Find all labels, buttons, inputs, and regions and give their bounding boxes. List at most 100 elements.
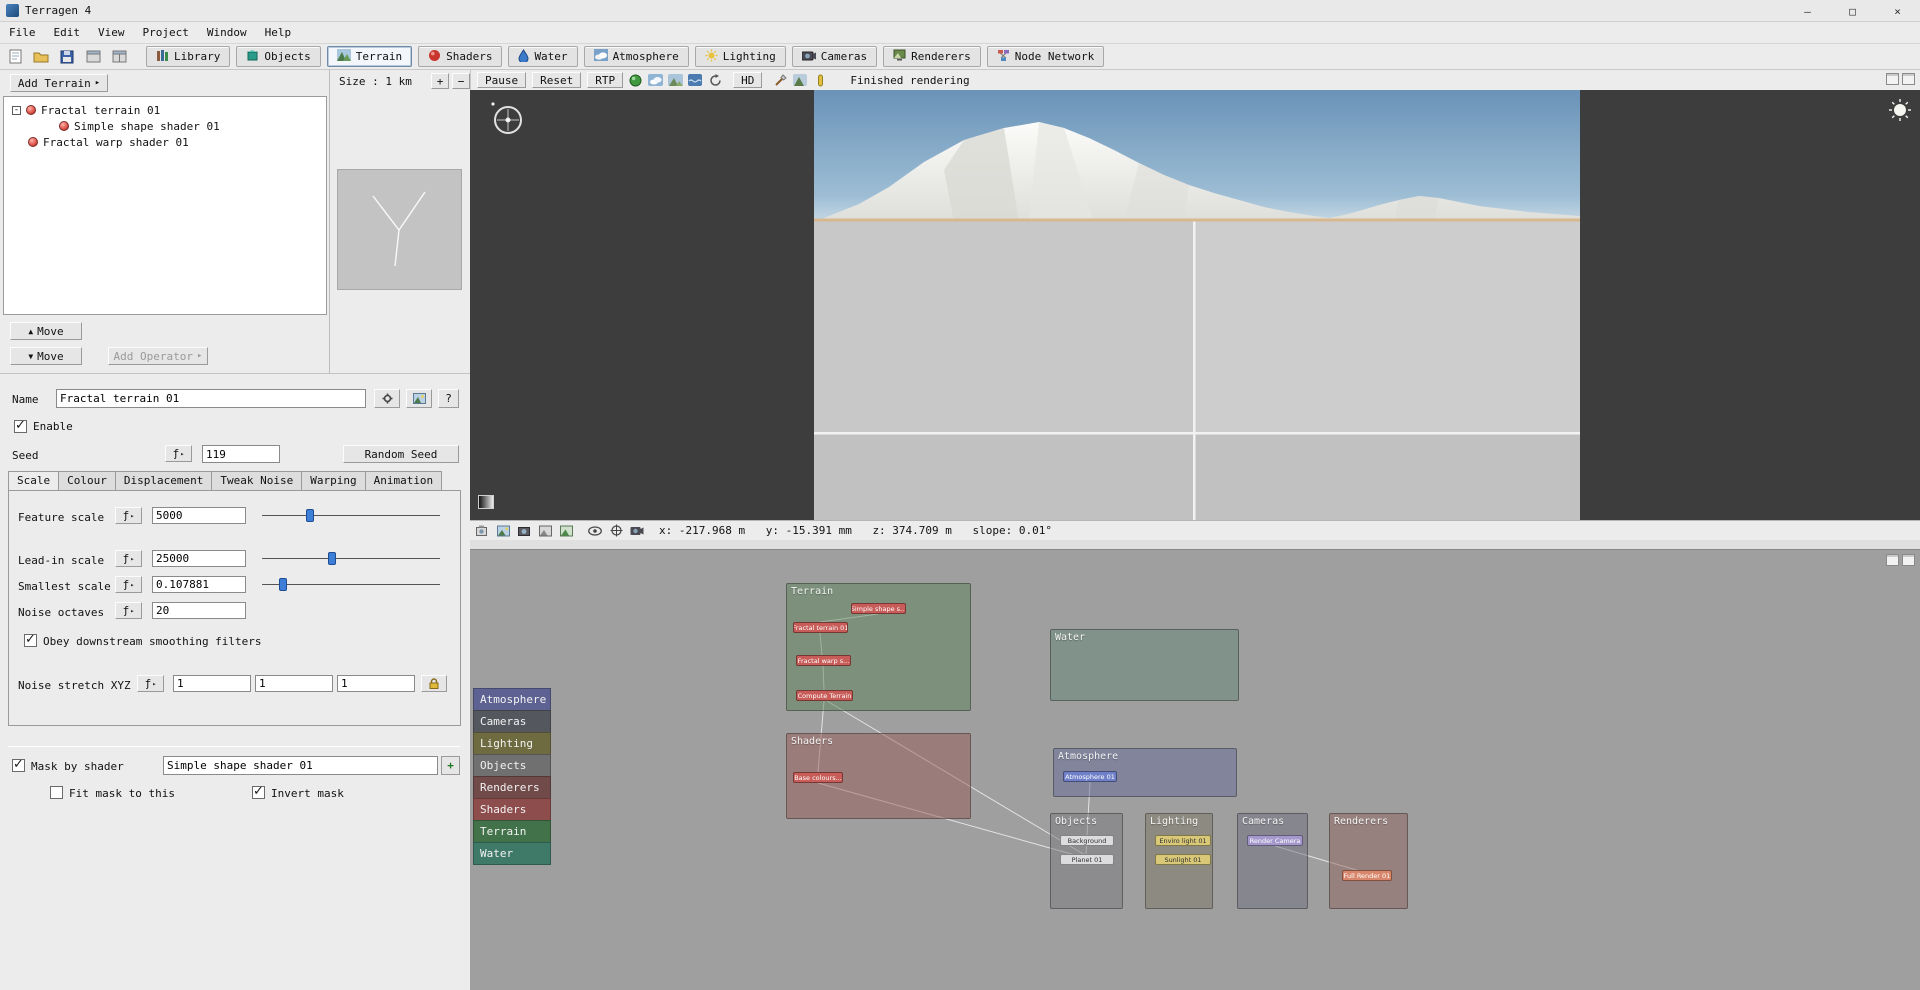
random-seed-button[interactable]: Random Seed xyxy=(343,445,459,463)
section-terrain-button[interactable]: Terrain xyxy=(327,46,412,67)
node-network-panel[interactable]: Atmosphere Cameras Lighting Objects Rend… xyxy=(470,549,1920,990)
sphere-preview-icon[interactable] xyxy=(627,72,643,88)
section-objects-button[interactable]: Objects xyxy=(236,46,320,67)
menu-view[interactable]: View xyxy=(89,22,134,44)
feature-scale-slider[interactable] xyxy=(262,509,440,522)
menu-help[interactable]: Help xyxy=(256,22,301,44)
lead-in-scale-slider[interactable] xyxy=(262,552,440,565)
snapshot-icon[interactable] xyxy=(496,523,512,538)
noise-stretch-z-input[interactable] xyxy=(337,675,415,692)
minimize-button[interactable]: – xyxy=(1785,0,1830,22)
move-down-button[interactable]: ▼ Move xyxy=(10,347,82,365)
camera-capture-icon[interactable] xyxy=(517,523,533,538)
menu-window[interactable]: Window xyxy=(198,22,256,44)
tab-displacement[interactable]: Displacement xyxy=(115,471,212,490)
noise-octaves-input[interactable] xyxy=(152,602,246,619)
navigation-compass[interactable] xyxy=(488,100,524,139)
category-shaders[interactable]: Shaders xyxy=(473,798,551,821)
pane-splitter[interactable] xyxy=(470,540,1920,549)
preview-zoom-in-button[interactable]: + xyxy=(431,73,449,89)
node-options-button[interactable] xyxy=(374,389,400,408)
node-atmosphere-01[interactable]: Atmosphere 01 xyxy=(1063,771,1117,782)
group-cameras[interactable]: Cameras xyxy=(1237,813,1308,909)
pane-maximize-icon[interactable] xyxy=(1902,554,1915,566)
layout-split-icon[interactable] xyxy=(108,47,130,67)
rotate-view-icon[interactable] xyxy=(707,72,723,88)
terrain-edit-icon[interactable] xyxy=(792,72,808,88)
rtp-button[interactable]: RTP xyxy=(587,72,623,88)
seed-function-button[interactable]: ƒ▸ xyxy=(165,445,192,462)
section-cameras-button[interactable]: Cameras xyxy=(792,46,877,67)
noise-stretch-function-button[interactable]: ƒ▸ xyxy=(137,675,164,692)
category-water[interactable]: Water xyxy=(473,842,551,865)
noise-stretch-x-input[interactable] xyxy=(173,675,251,692)
layout-single-icon[interactable] xyxy=(82,47,104,67)
terrain-node-list[interactable]: - Fractal terrain 01 Simple shape shader… xyxy=(3,96,327,315)
maximize-button[interactable]: □ xyxy=(1830,0,1875,22)
pane-detach-icon[interactable] xyxy=(1886,554,1899,566)
lead-in-scale-input[interactable] xyxy=(152,550,246,567)
target-icon[interactable] xyxy=(608,523,624,538)
help-button[interactable]: ? xyxy=(438,389,459,408)
save-project-icon[interactable] xyxy=(56,47,78,67)
obey-smoothing-checkbox[interactable]: ✓ xyxy=(24,634,37,647)
view-camera-icon[interactable] xyxy=(629,523,645,538)
tab-animation[interactable]: Animation xyxy=(365,471,443,490)
node-compute-terrain[interactable]: Compute Terrain xyxy=(796,690,853,701)
invert-mask-checkbox[interactable]: ✓ xyxy=(252,786,265,799)
noise-stretch-y-input[interactable] xyxy=(255,675,333,692)
tree-item-fractal-warp[interactable]: Fractal warp shader 01 xyxy=(28,135,189,149)
clouds-toggle-icon[interactable] xyxy=(667,72,683,88)
pause-button[interactable]: Pause xyxy=(477,72,526,88)
eye-icon[interactable] xyxy=(587,523,603,538)
exposure-icon[interactable] xyxy=(812,72,828,88)
node-simple-shape-shader[interactable]: Simple shape s... xyxy=(851,603,906,614)
category-atmosphere[interactable]: Atmosphere xyxy=(473,688,551,711)
hd-button[interactable]: HD xyxy=(733,72,762,88)
section-library-button[interactable]: Library xyxy=(146,46,230,67)
pane-maximize-icon[interactable] xyxy=(1902,73,1915,85)
node-sunlight-01[interactable]: Sunlight 01 xyxy=(1155,854,1211,865)
node-planet-01[interactable]: Planet 01 xyxy=(1060,854,1114,865)
tab-colour[interactable]: Colour xyxy=(58,471,116,490)
tab-warping[interactable]: Warping xyxy=(301,471,365,490)
group-water[interactable]: Water xyxy=(1050,629,1239,701)
section-shaders-button[interactable]: Shaders xyxy=(418,46,502,67)
node-base-colours[interactable]: Base colours... xyxy=(793,772,843,783)
enable-checkbox[interactable]: ✓ xyxy=(14,420,27,433)
node-fractal-warp-shader[interactable]: Fractal warp s... xyxy=(796,655,851,666)
atmosphere-toggle-icon[interactable] xyxy=(647,72,663,88)
lock-xyz-button[interactable] xyxy=(421,675,447,692)
paint-tool-icon[interactable] xyxy=(772,72,788,88)
category-renderers[interactable]: Renderers xyxy=(473,776,551,799)
slider-handle[interactable] xyxy=(328,552,336,565)
section-lighting-button[interactable]: Lighting xyxy=(695,46,786,67)
stored-view-icon[interactable] xyxy=(559,523,575,538)
new-project-icon[interactable] xyxy=(4,47,26,67)
tree-item-simple-shape[interactable]: Simple shape shader 01 xyxy=(59,119,220,133)
collapse-icon[interactable]: - xyxy=(12,106,21,115)
add-operator-button[interactable]: Add Operator ▸ xyxy=(108,347,208,365)
pane-detach-icon[interactable] xyxy=(1886,73,1899,85)
section-node-network-button[interactable]: Node Network xyxy=(987,46,1104,67)
water-toggle-icon[interactable] xyxy=(687,72,703,88)
node-render-camera[interactable]: Render Camera xyxy=(1247,835,1303,846)
smallest-scale-slider[interactable] xyxy=(262,578,440,591)
group-renderers[interactable]: Renderers xyxy=(1329,813,1408,909)
category-lighting[interactable]: Lighting xyxy=(473,732,551,755)
feature-scale-input[interactable] xyxy=(152,507,246,524)
node-full-render[interactable]: Full Render 01 xyxy=(1342,870,1392,881)
assign-shader-button[interactable]: + xyxy=(441,756,460,775)
smallest-scale-input[interactable] xyxy=(152,576,246,593)
preview-zoom-out-button[interactable]: − xyxy=(452,73,470,89)
category-terrain[interactable]: Terrain xyxy=(473,820,551,843)
slider-handle[interactable] xyxy=(279,578,287,591)
section-water-button[interactable]: Water xyxy=(508,46,577,67)
category-objects[interactable]: Objects xyxy=(473,754,551,777)
tree-item-fractal-terrain[interactable]: - Fractal terrain 01 xyxy=(12,103,160,117)
preview-toggle-button[interactable] xyxy=(406,389,432,408)
mask-shader-input[interactable] xyxy=(163,756,438,775)
name-input[interactable] xyxy=(56,389,366,408)
image-save-icon[interactable] xyxy=(538,523,554,538)
node-enviro-light[interactable]: Enviro light 01 xyxy=(1155,835,1211,846)
